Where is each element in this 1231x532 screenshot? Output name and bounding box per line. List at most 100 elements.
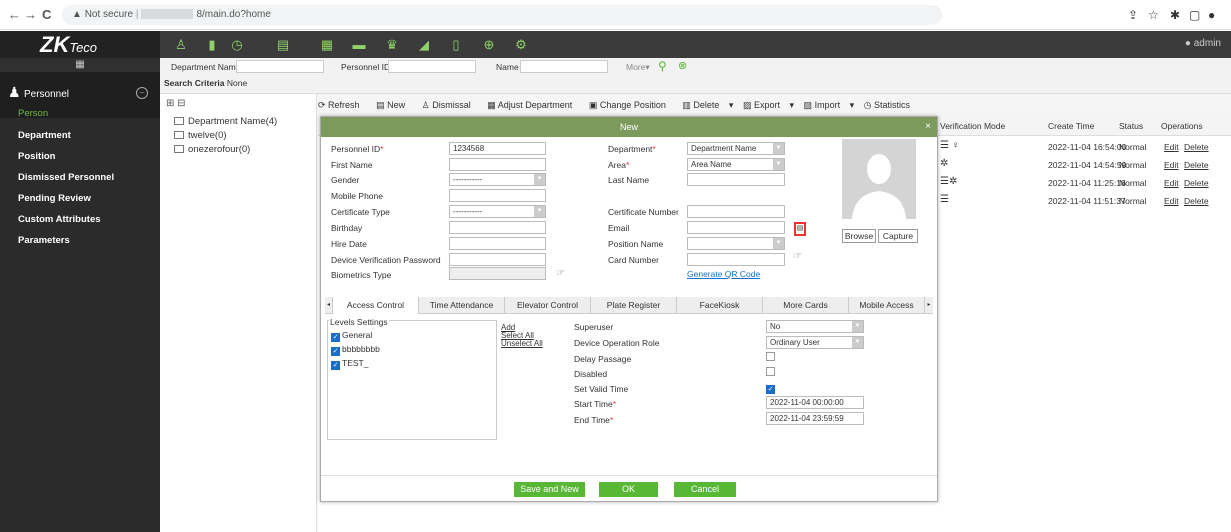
set-valid-time-checkbox[interactable]: ✓ — [766, 382, 777, 394]
device-operation-role-select[interactable]: Ordinary User ▼ — [766, 336, 864, 349]
hire-date-input[interactable] — [449, 237, 546, 250]
star-icon[interactable]: ☆ — [1148, 8, 1159, 22]
checkbox-checked-icon[interactable]: ✓ — [331, 361, 340, 370]
start-time-input[interactable]: 2022-11-04 00:00:00 — [766, 396, 864, 409]
edit-link[interactable]: Edit — [1164, 160, 1179, 170]
tab-plate-register[interactable]: Plate Register — [591, 297, 677, 314]
change-position-button[interactable]: ▣ Change Position — [589, 100, 673, 110]
sidebar-item-person[interactable]: Person — [18, 108, 48, 119]
address-bar[interactable]: ▲ Not secure | 8/main.do?home — [62, 5, 942, 25]
department-select[interactable]: Department Name ▼ — [687, 142, 785, 155]
extensions-icon[interactable]: ✱ — [1170, 8, 1180, 22]
adjust-department-button[interactable]: ▦ Adjust Department — [487, 100, 579, 110]
search-icon[interactable]: ⚲ — [658, 59, 667, 73]
position-name-select[interactable]: ▼ — [687, 237, 785, 250]
delete-link[interactable]: Delete — [1184, 196, 1209, 206]
tab-time-attendance[interactable]: Time Attendance — [419, 297, 505, 314]
security-module-icon[interactable]: ⊕ — [480, 36, 498, 53]
card-number-input[interactable] — [687, 253, 785, 266]
clear-icon[interactable]: ⊗ — [678, 59, 687, 72]
statistics-button[interactable]: ◷ Statistics — [864, 100, 917, 110]
last-name-input[interactable] — [687, 173, 785, 186]
elevator-module-icon[interactable]: ▤ — [274, 36, 292, 53]
mobile-phone-input[interactable] — [449, 189, 546, 202]
delete-link[interactable]: Delete — [1184, 142, 1209, 152]
expand-collapse-icon[interactable]: ⊞ ⊟ — [166, 98, 186, 109]
email-input[interactable] — [687, 221, 785, 234]
tree-node[interactable]: twelve(0) — [174, 130, 227, 141]
menu-grid-icon[interactable]: ▦ — [0, 58, 160, 72]
reload-icon[interactable]: C — [42, 8, 51, 22]
level-item[interactable]: ✓ bbbbbbbb — [331, 344, 380, 356]
save-and-new-button[interactable]: Save and New — [514, 482, 585, 497]
delay-passage-checkbox[interactable] — [766, 352, 777, 362]
level-item[interactable]: ✓ TEST_ — [331, 358, 368, 370]
gender-select[interactable]: ----------- ▼ — [449, 173, 546, 186]
fingerprint-icon[interactable]: ☞ — [556, 268, 565, 279]
birthday-input[interactable] — [449, 221, 546, 234]
personnel-id-input[interactable] — [388, 60, 476, 73]
ok-button[interactable]: OK — [599, 482, 658, 497]
tab-scroll-left-icon[interactable]: ◂ — [325, 297, 333, 314]
dismissal-button[interactable]: ♙ Dismissal — [422, 100, 478, 110]
export-button[interactable]: ▨ Export ▾ — [743, 100, 794, 110]
column-header[interactable]: Operations — [1161, 121, 1203, 131]
name-input[interactable] — [520, 60, 608, 73]
delete-link[interactable]: Delete — [1184, 178, 1209, 188]
window-icon[interactable]: ▢ — [1189, 8, 1200, 22]
generate-qr-code-link[interactable]: Generate QR Code — [687, 269, 760, 279]
patrol-module-icon[interactable]: ♛ — [383, 36, 401, 53]
profile-icon[interactable]: ● — [1208, 8, 1215, 22]
certificate-type-select[interactable]: ----------- ▼ — [449, 205, 546, 218]
document-icon[interactable]: ▤ — [794, 222, 806, 236]
delete-button[interactable]: ▥ Delete ▾ — [682, 100, 733, 110]
edit-link[interactable]: Edit — [1164, 142, 1179, 152]
sidebar-item-dismissed-personnel[interactable]: Dismissed Personnel — [18, 172, 114, 183]
share-icon[interactable]: ⇪ — [1128, 8, 1138, 22]
area-select[interactable]: Area Name ▼ — [687, 158, 785, 171]
visitor-module-icon[interactable]: ▦ — [318, 36, 336, 53]
door-module-icon[interactable]: ▮ — [203, 36, 221, 53]
refresh-button[interactable]: ⟳ Refresh — [318, 100, 367, 110]
parking-module-icon[interactable]: ▬ — [350, 36, 368, 53]
checkbox-checked-icon[interactable]: ✓ — [331, 347, 340, 356]
tab-elevator-control[interactable]: Elevator Control — [505, 297, 591, 314]
system-module-icon[interactable]: ⚙ — [512, 36, 530, 53]
sidebar-item-department[interactable]: Department — [18, 130, 71, 141]
tab-scroll-right-icon[interactable]: ▸ — [925, 297, 933, 314]
device-password-input[interactable] — [449, 253, 546, 266]
personnel-id-input[interactable]: 1234568 — [449, 142, 546, 155]
card-reader-icon[interactable]: ☞ — [793, 251, 802, 262]
unselect-all-link[interactable]: Unselect All — [501, 339, 543, 348]
column-header[interactable]: Verification Mode — [940, 121, 1005, 131]
sidebar-item-pending-review[interactable]: Pending Review — [18, 193, 91, 204]
tab-mobile-access[interactable]: Mobile Access — [849, 297, 925, 314]
edit-link[interactable]: Edit — [1164, 178, 1179, 188]
browse-button[interactable]: Browse — [842, 229, 876, 243]
disabled-checkbox[interactable] — [766, 367, 777, 377]
level-item[interactable]: ✓ General — [331, 330, 372, 342]
department-name-input[interactable] — [236, 60, 324, 73]
delete-link[interactable]: Delete — [1184, 160, 1209, 170]
end-time-input[interactable]: 2022-11-04 23:59:59 — [766, 412, 864, 425]
first-name-input[interactable] — [449, 158, 546, 171]
certificate-number-input[interactable] — [687, 205, 785, 218]
tree-node[interactable]: Department Name(4) — [174, 116, 277, 127]
superuser-select[interactable]: No ▼ — [766, 320, 864, 333]
collapse-icon[interactable]: – — [136, 87, 148, 99]
sidebar-item-parameters[interactable]: Parameters — [18, 235, 70, 246]
tab-more-cards[interactable]: More Cards — [763, 297, 849, 314]
import-button[interactable]: ▨ Import ▾ — [804, 100, 855, 110]
cancel-button[interactable]: Cancel — [674, 482, 736, 497]
attendance-module-icon[interactable]: ◷ — [228, 36, 246, 53]
column-header[interactable]: Status — [1119, 121, 1143, 131]
new-button[interactable]: ▤ New — [376, 100, 412, 110]
sidebar-item-position[interactable]: Position — [18, 151, 55, 162]
column-header[interactable]: Create Time — [1048, 121, 1094, 131]
back-icon[interactable]: ← — [8, 8, 21, 22]
edit-link[interactable]: Edit — [1164, 196, 1179, 206]
forward-icon[interactable]: → — [24, 8, 37, 22]
more-dropdown[interactable]: More▾ — [626, 62, 650, 73]
device-module-icon[interactable]: ▯ — [447, 36, 465, 53]
tab-facekiosk[interactable]: FaceKiosk — [677, 297, 763, 314]
